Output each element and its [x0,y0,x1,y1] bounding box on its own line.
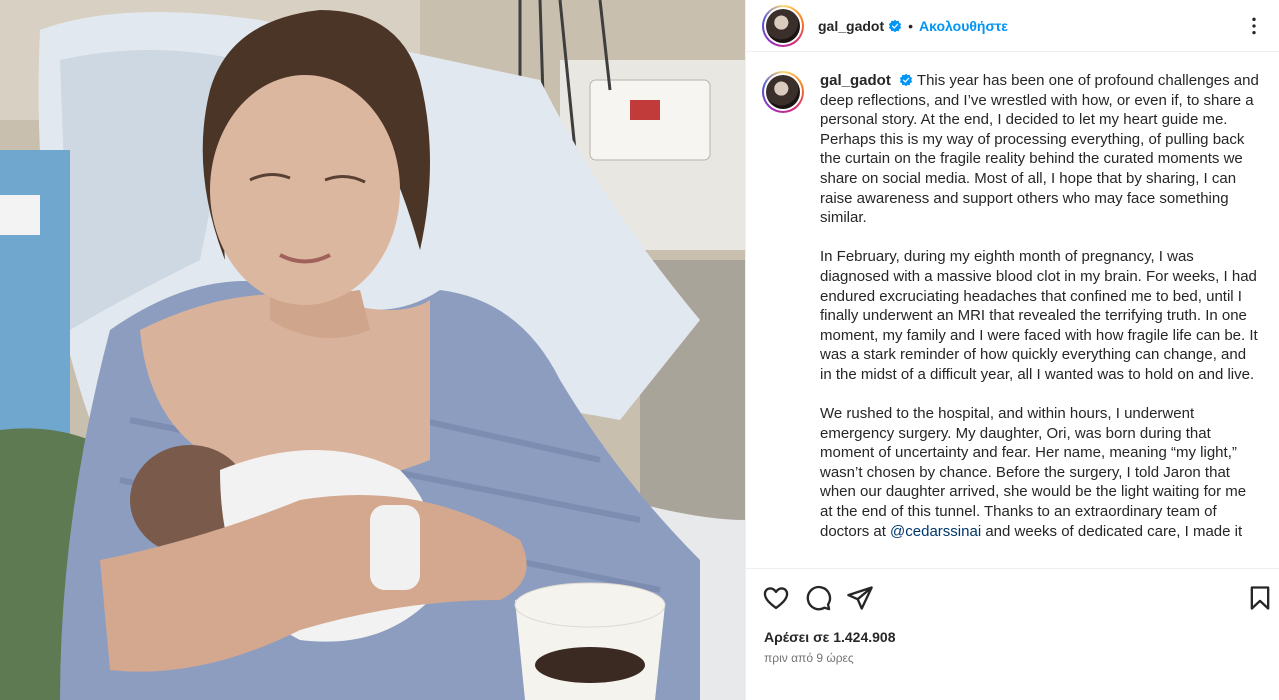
heart-icon[interactable] [762,584,790,612]
header-separator: • [908,17,914,34]
verified-badge-icon [889,19,902,32]
hospital-photo-illustration [0,0,745,700]
bookmark-icon[interactable] [1246,584,1274,612]
send-icon[interactable] [846,584,874,612]
caption-paragraph: gal_gadot This year has been one of prof… [820,71,1260,228]
post-actions: Αρέσει σε 1.424.908 πριν από 9 ώρες [746,568,1279,700]
mention-link[interactable]: @cedarssinai [890,523,981,540]
post-side-panel: gal_gadot • Ακολουθήστε gal_gadot This y… [745,0,1279,700]
author-avatar[interactable] [762,4,804,47]
likes-count[interactable]: Αρέσει σε 1.424.908 [764,629,895,645]
post-timestamp[interactable]: πριν από 9 ώρες [764,651,854,665]
caption-paragraph-1: This year has been one of profound chall… [820,72,1259,227]
post-header: gal_gadot • Ακολουθήστε [746,0,1279,52]
caption-paragraph-3-end: and weeks of dedicated care, I made it [981,522,1243,540]
caption-paragraph-3: We rushed to the hospital, and within ho… [820,404,1260,541]
post-photo[interactable] [0,0,745,700]
comment-icon[interactable] [804,584,832,612]
instagram-post: gal_gadot • Ακολουθήστε gal_gadot This y… [0,0,1279,700]
caption-paragraph-3-start: We rushed to the hospital, and within ho… [820,405,1247,540]
avatar-image [766,8,800,43]
follow-button[interactable]: Ακολουθήστε [919,18,1008,34]
verified-badge-icon [899,73,913,87]
caption-author-avatar[interactable] [762,71,804,113]
caption-username[interactable]: gal_gadot [820,72,891,89]
more-options-icon[interactable] [1244,16,1264,36]
author-username[interactable]: gal_gadot [818,18,884,34]
caption-scroll-area[interactable]: gal_gadot This year has been one of prof… [746,53,1279,568]
caption-paragraph-2: In February, during my eighth month of p… [820,248,1258,383]
avatar-image [766,75,800,109]
caption-text: gal_gadot This year has been one of prof… [820,71,1260,568]
